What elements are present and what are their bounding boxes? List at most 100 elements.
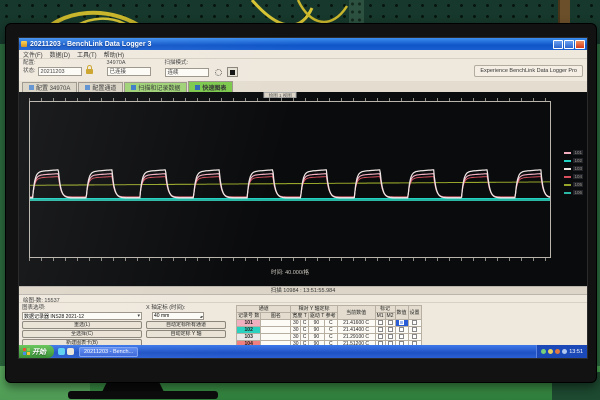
checkbox-cell-val[interactable] (394, 326, 409, 334)
checkbox-cell-m1[interactable] (374, 333, 386, 341)
tab-icon (195, 84, 201, 90)
shield-icon[interactable] (555, 349, 561, 354)
table-cell: C (324, 333, 338, 341)
legend-label: 102 (573, 158, 583, 163)
checkbox-cell-val[interactable] (394, 319, 409, 327)
checkbox-cell-m2[interactable] (384, 319, 396, 327)
checkbox[interactable] (377, 334, 383, 340)
legend-color-swatch (564, 167, 572, 170)
tab-2[interactable]: 扫描和记录数据 (124, 82, 188, 92)
connection-status-field: 已连接 (106, 67, 151, 76)
x-axis-ticks-bottom (29, 258, 551, 261)
promo-banner-button[interactable]: Experience BenchLink Data Logger Pro (474, 64, 583, 77)
legend-item-105[interactable]: 105 (564, 182, 583, 187)
table-cell: 30 (290, 333, 302, 341)
tab-label: 扫描和记录数据 (138, 86, 181, 92)
desktop-icon[interactable] (67, 348, 74, 355)
checkbox[interactable] (412, 320, 418, 326)
chevron-down-icon: ▾ (137, 313, 140, 319)
checkbox-cell-set[interactable] (407, 326, 422, 334)
legend-label: 105 (573, 182, 583, 187)
x-scale-spinner[interactable]: 40 mm ▴▾ (152, 312, 204, 320)
scan-mode-field[interactable]: 连续 (164, 67, 209, 77)
legend-label: 106 (573, 190, 583, 195)
checkbox[interactable] (377, 320, 383, 326)
table-cell: 30 (290, 326, 302, 334)
checkbox-cell-m2[interactable] (384, 333, 396, 341)
taskbar-task-button[interactable]: 20211203 - Bench... (79, 346, 139, 357)
bottom-panel: 绘图-数: 15537 图表选项: 数据记录器 INS28 2021-12 ▾ … (19, 294, 587, 358)
menu-item-2[interactable]: 工具(T) (77, 50, 97, 59)
spinner-arrows-icon[interactable]: ▴▾ (200, 314, 203, 319)
checkbox[interactable] (377, 327, 383, 333)
legend-item-103[interactable]: 103 (564, 166, 583, 171)
menu-item-1[interactable]: 数据(D) (50, 50, 70, 59)
checkbox[interactable] (399, 327, 404, 333)
tab-label: 配置 34970A (36, 86, 71, 92)
checkbox[interactable] (399, 320, 404, 326)
table-cell: C (300, 326, 309, 334)
checkbox-cell-m2[interactable] (384, 326, 396, 334)
network-icon[interactable] (541, 349, 547, 354)
checkbox[interactable] (387, 320, 393, 326)
table-header: 图名 (260, 312, 292, 320)
checkbox[interactable] (412, 327, 418, 333)
table-row[interactable]: 103 30 C 90 C 21.29100 C (235, 333, 422, 341)
table-cell: C (324, 326, 338, 334)
checkbox[interactable] (387, 327, 393, 333)
trace-104 (30, 176, 550, 198)
stop-button[interactable] (226, 67, 238, 77)
legend-item-102[interactable]: 102 (564, 158, 583, 163)
ie-icon[interactable] (58, 348, 65, 355)
table-header: 通道 (235, 305, 292, 313)
checkbox-cell-m1[interactable] (374, 326, 386, 334)
tab-3[interactable]: 快速图表 (188, 81, 234, 92)
minimize-button[interactable] (553, 39, 563, 49)
legend-color-swatch (564, 159, 572, 162)
autoscale-y-button[interactable]: 自动定标 Y 轴 (146, 330, 226, 338)
legend-color-swatch (564, 151, 572, 154)
scan-status-bar: 扫描 10984 : 13:51:55.984 (19, 286, 587, 294)
chart-option-button-0[interactable]: 重选(L) (22, 321, 142, 329)
checkbox[interactable] (387, 334, 393, 340)
config-name-field[interactable]: 20211203 (37, 67, 82, 76)
instrument-label: 34970A (106, 60, 126, 66)
checkbox-cell-m1[interactable] (374, 319, 386, 327)
legend-item-104[interactable]: 104 (564, 174, 583, 179)
checkbox-cell-set[interactable] (407, 319, 422, 327)
close-button[interactable] (575, 39, 585, 49)
channel-number-cell: 103 (235, 333, 262, 341)
legend-item-106[interactable]: 106 (564, 190, 583, 195)
config-group: 配置: 状态: 20211203 (23, 60, 93, 81)
gear-icon[interactable] (214, 68, 222, 76)
window-titlebar[interactable]: 20211203 - BenchLink Data Logger 3 (19, 38, 587, 50)
volume-icon[interactable] (548, 349, 554, 354)
start-button[interactable]: 开始 (19, 345, 54, 358)
tab-0[interactable]: 配置 34970A (22, 82, 78, 92)
checkbox[interactable] (399, 334, 404, 340)
autoscale-all-button[interactable]: 自动定标所有通道 (146, 321, 226, 329)
table-row[interactable]: 101 30 C 90 C 21.41600 C (235, 319, 422, 327)
legend-color-swatch (564, 191, 572, 194)
table-row[interactable]: 102 30 C 90 C 21.41400 C (235, 326, 422, 334)
menu-item-0[interactable]: 文件(F) (23, 50, 43, 59)
checkbox-cell-val[interactable] (394, 333, 409, 341)
checkbox[interactable] (412, 334, 418, 340)
legend-item-101[interactable]: 101 (564, 150, 583, 155)
chart-option-buttons: 重选(L) 全选择(C) 新建图表卡(B) (22, 321, 142, 347)
table-cell: 30 (290, 319, 302, 327)
panel-header: 绘图-数: 15537 (19, 295, 587, 304)
usb-icon[interactable] (562, 349, 568, 354)
stop-icon (229, 69, 235, 75)
maximize-button[interactable] (564, 39, 574, 49)
tab-icon (29, 85, 34, 90)
x-scale-value: 40 mm (154, 313, 170, 319)
chart-option-button-1[interactable]: 全选择(C) (22, 330, 142, 338)
channel-number-cell: 102 (235, 326, 262, 334)
tab-1[interactable]: 配置通道 (78, 82, 124, 92)
menu-item-3[interactable]: 帮助(H) (104, 50, 124, 59)
logger-select[interactable]: 数据记录器 INS28 2021-12 ▾ (22, 312, 142, 320)
legend-color-swatch (564, 183, 572, 186)
table-cell: 90 (307, 326, 326, 334)
checkbox-cell-set[interactable] (407, 333, 422, 341)
